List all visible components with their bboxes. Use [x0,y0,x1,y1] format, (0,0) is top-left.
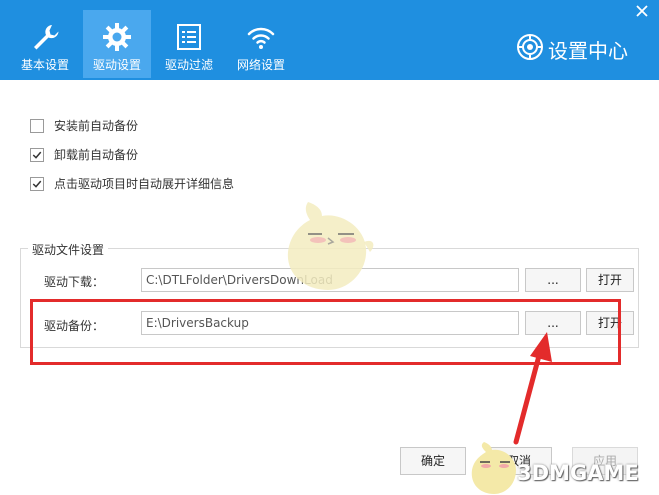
option-label: 卸载前自动备份 [54,148,139,162]
download-open-button[interactable]: 打开 [586,268,634,292]
download-browse-button[interactable]: ... [525,268,581,292]
red-arrow-annotation [513,332,552,445]
settings-center-title: 设置中心 [548,39,628,63]
tab-basic-settings[interactable]: 基本设置 [11,10,79,78]
checkbox[interactable] [30,148,44,162]
header-bar: 基本设置 驱动设置 驱动过滤 网络设置 设置中心 [0,0,659,80]
option-label: 安装前自动备份 [54,119,139,133]
gear-icon [103,23,131,51]
checkmark-icon [32,151,42,159]
tab-network-settings[interactable]: 网络设置 [227,10,295,78]
checkbox[interactable] [30,119,44,133]
checkbox[interactable] [30,177,44,191]
option-label: 点击驱动项目时自动展开详细信息 [54,177,235,191]
wrench-icon [34,25,59,50]
settings-gear-icon [517,34,543,60]
wifi-icon [247,27,275,49]
tab-driver-filter-label: 驱动过滤 [164,58,213,72]
mascot-watermark-icon [287,202,374,290]
tab-network-settings-label: 网络设置 [236,58,285,72]
tab-driver-settings[interactable]: 驱动设置 [83,10,151,78]
watermark-text: 3DMGAME [517,461,639,485]
close-icon[interactable] [635,4,649,18]
download-path-label: 驱动下载： [44,275,105,289]
list-icon [177,24,201,50]
tab-driver-filter[interactable]: 驱动过滤 [155,10,223,78]
driver-files-group-title: 驱动文件设置 [28,241,109,258]
checkmark-icon [32,180,42,188]
tab-basic-settings-label: 基本设置 [20,58,69,72]
ok-button[interactable]: 确定 [400,447,466,475]
tab-driver-settings-label: 驱动设置 [92,58,141,72]
mascot-logo-icon [471,442,516,494]
